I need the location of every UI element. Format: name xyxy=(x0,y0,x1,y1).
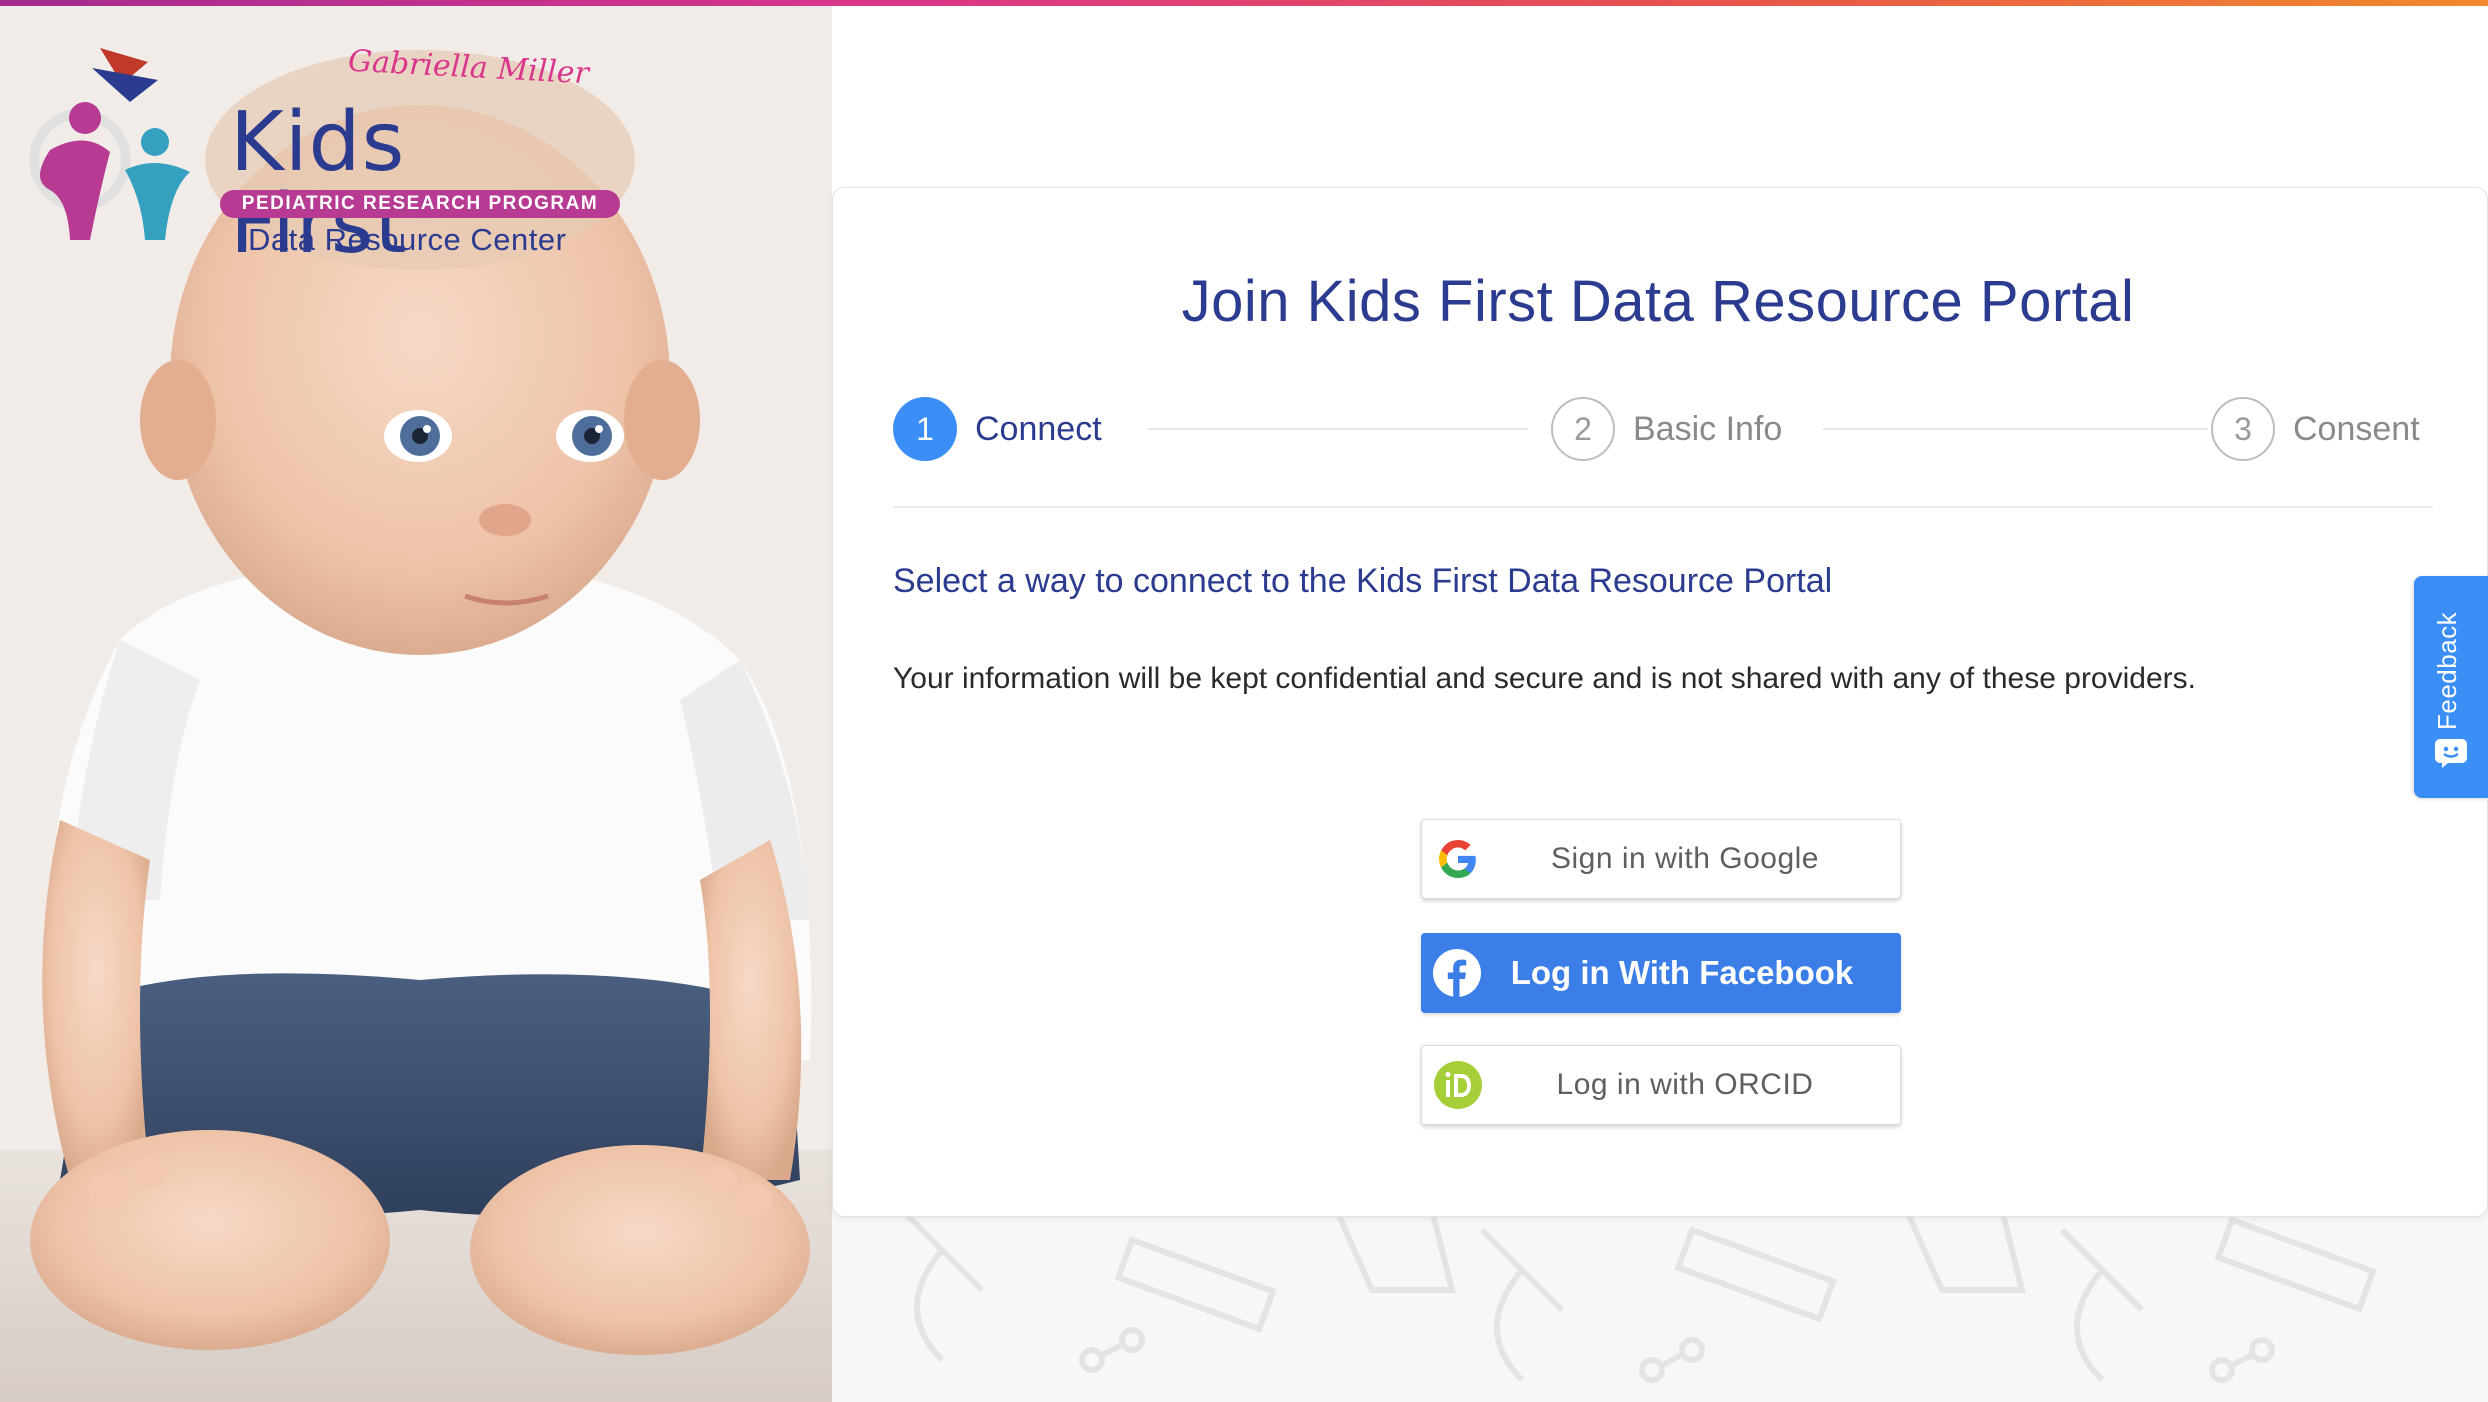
logo-script-text: Gabriella Miller xyxy=(347,43,590,92)
hero-photo-panel: Gabriella Miller Kids First PEDIATRIC RE… xyxy=(0,0,832,1402)
page-title: Join Kids First Data Resource Portal xyxy=(1181,269,2135,334)
orcid-icon xyxy=(1422,1045,1494,1125)
chat-icon xyxy=(2434,738,2468,773)
orcid-button-label: Log in with ORCID xyxy=(1556,1068,1814,1101)
feedback-tab[interactable]: Feedback xyxy=(2414,576,2488,798)
orcid-login-button[interactable]: Log in with ORCID xyxy=(1421,1045,1901,1125)
step-label: Basic Info xyxy=(1633,409,1783,448)
step-connector xyxy=(1148,428,1528,430)
google-button-label: Sign in with Google xyxy=(1551,842,1819,875)
facebook-button-label: Log in With Facebook xyxy=(1510,954,1854,991)
kids-first-logo[interactable]: Gabriella Miller Kids First PEDIATRIC RE… xyxy=(30,40,620,270)
step-basic-info: 2 Basic Info xyxy=(1551,396,1782,462)
facebook-login-button[interactable]: Log in With Facebook xyxy=(1421,933,1901,1013)
privacy-notice: Your information will be kept confidenti… xyxy=(893,662,2196,695)
step-label: Consent xyxy=(2293,409,2420,448)
signup-page: Gabriella Miller Kids First PEDIATRIC RE… xyxy=(0,0,2488,1402)
step-number: 1 xyxy=(893,397,957,461)
google-signin-button[interactable]: Sign in with Google xyxy=(1421,819,1901,899)
top-accent-bar xyxy=(0,0,2488,6)
step-connector xyxy=(1823,428,2208,430)
progress-steps: 1 Connect 2 Basic Info 3 Consent xyxy=(893,396,2433,462)
feedback-label: Feedback xyxy=(2432,611,2462,731)
logo-figures-icon xyxy=(30,48,190,240)
connect-heading: Select a way to connect to the Kids Firs… xyxy=(893,562,1833,600)
logo-program-banner: PEDIATRIC RESEARCH PROGRAM xyxy=(220,190,620,218)
google-icon xyxy=(1422,819,1494,899)
divider xyxy=(893,506,2433,508)
facebook-icon xyxy=(1421,933,1493,1013)
step-consent: 3 Consent xyxy=(2211,396,2420,462)
signup-card: Join Kids First Data Resource Portal 1 C… xyxy=(832,187,2488,1217)
logo-subtitle: Data Resource Center xyxy=(248,222,567,257)
step-number: 3 xyxy=(2211,397,2275,461)
step-connect: 1 Connect xyxy=(893,396,1102,462)
step-label: Connect xyxy=(975,409,1102,448)
step-number: 2 xyxy=(1551,397,1615,461)
